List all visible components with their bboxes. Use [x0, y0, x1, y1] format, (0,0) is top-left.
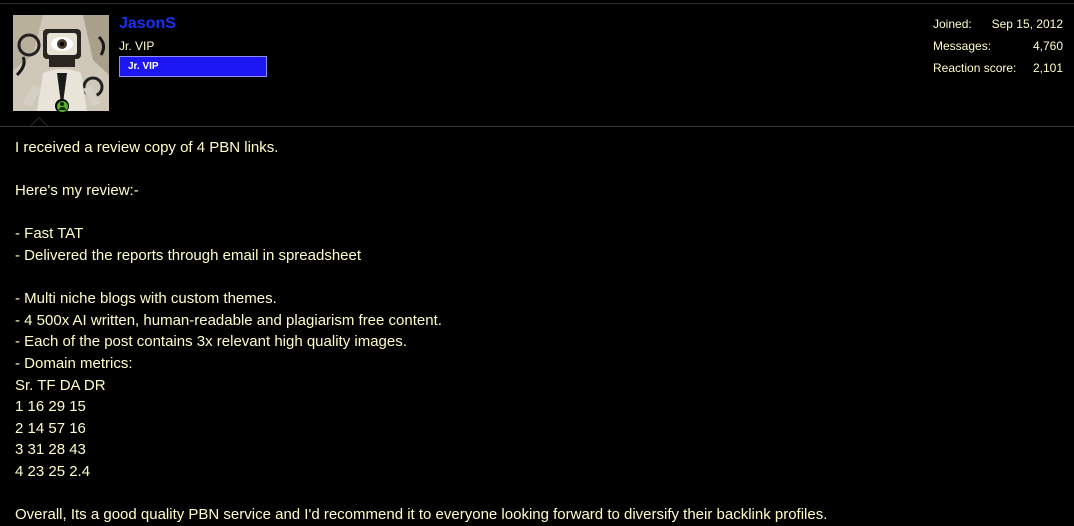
stat-joined: Joined: Sep 15, 2012 [933, 17, 1063, 39]
metrics-row: 1 16 29 15 [15, 398, 86, 416]
post-line: - 4 500x AI written, human-readable and … [15, 311, 442, 329]
avatar[interactable] [13, 15, 109, 111]
header-divider [0, 126, 1074, 127]
post-line: - Domain metrics: [15, 354, 133, 372]
stat-label: Reaction score: [933, 61, 1017, 75]
post-line: Here's my review:- [15, 182, 139, 200]
metrics-row: 4 23 25 2.4 [15, 462, 91, 480]
metrics-row: 3 31 28 43 [15, 441, 86, 459]
metrics-header: Sr. TF DA DR [15, 376, 106, 394]
stat-messages[interactable]: Messages: 4,760 [933, 39, 1063, 61]
stat-label: Messages: [933, 39, 992, 53]
tv-head-avatar-icon [13, 15, 109, 111]
post-line: Overall, Its a good quality PBN service … [15, 506, 828, 524]
stat-value: 2,101 [1032, 61, 1063, 75]
user-banner: Jr. VIP [119, 56, 267, 77]
post-line: - Multi niche blogs with custom themes. [15, 290, 277, 308]
stat-value[interactable]: 4,760 [1033, 39, 1063, 53]
username-link[interactable]: JasonS [119, 15, 176, 33]
stat-label: Joined: [933, 17, 972, 31]
post-body: I received a review copy of 4 PBN links.… [15, 137, 1065, 526]
online-user-icon [55, 99, 69, 113]
user-title: Jr. VIP [119, 39, 155, 53]
message-user-header: JasonS Jr. VIP Jr. VIP Joined: Sep 15, 2… [0, 4, 1074, 126]
header-pointer-arrow [30, 117, 48, 126]
stat-value: Sep 15, 2012 [991, 17, 1063, 31]
metrics-row: 2 14 57 16 [15, 419, 86, 437]
post-line: I received a review copy of 4 PBN links. [15, 139, 279, 156]
stat-reaction-score: Reaction score: 2,101 [933, 61, 1063, 83]
user-stats: Joined: Sep 15, 2012 Messages: 4,760 Rea… [933, 17, 1063, 83]
post-line: - Each of the post contains 3x relevant … [15, 333, 407, 351]
post-line: - Fast TAT [15, 225, 84, 243]
post-line: - Delivered the reports through email in… [15, 246, 362, 264]
